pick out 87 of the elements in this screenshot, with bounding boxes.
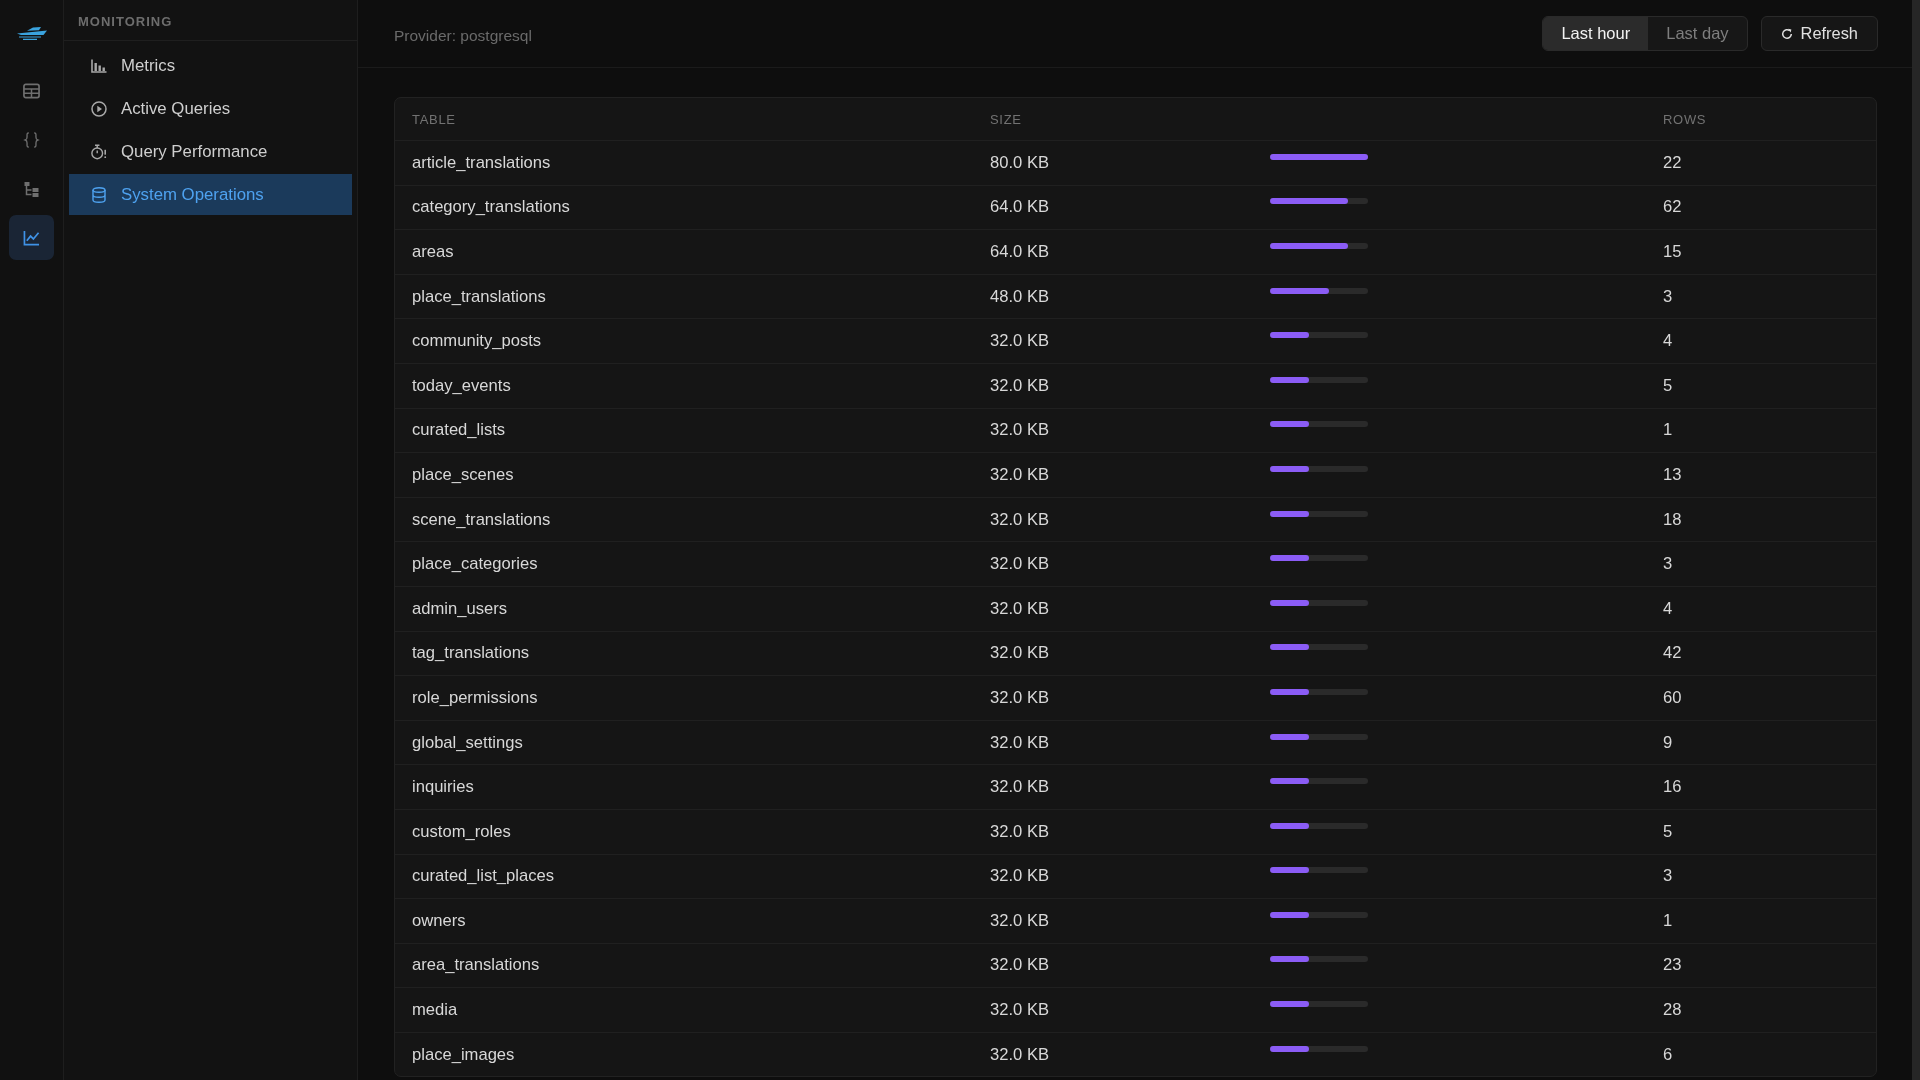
sidebar-item[interactable]: Active Queries (69, 88, 352, 129)
table-name: curated_lists (412, 420, 507, 441)
provider-label: Provider: postgresql (394, 26, 532, 45)
size-value: 32.0 KB (990, 643, 1051, 664)
table-name: media (412, 1000, 459, 1021)
table-name: place_images (412, 1044, 516, 1065)
row-count: 6 (1663, 1044, 1674, 1065)
column-header: ROWS (1663, 111, 1708, 127)
table-name: admin_users (412, 598, 508, 619)
play-circle-icon (91, 100, 107, 117)
nav-rail-button[interactable] (9, 215, 54, 260)
row-count: 9 (1663, 732, 1674, 753)
bar-chart-icon (91, 57, 107, 74)
sidebar-item[interactable]: System Operations (69, 174, 352, 215)
range-tab[interactable]: Last hour (1543, 17, 1649, 50)
table-name: curated_list_places (412, 866, 556, 887)
row-count: 5 (1663, 821, 1674, 842)
row-count: 1 (1663, 910, 1674, 931)
row-count: 18 (1663, 509, 1683, 530)
sidebar-heading: MONITORING (78, 13, 173, 29)
row-count: 4 (1663, 331, 1674, 352)
row-count: 5 (1663, 375, 1674, 396)
size-value: 32.0 KB (990, 866, 1051, 887)
size-value: 32.0 KB (990, 955, 1051, 976)
table-name: role_permissions (412, 687, 539, 708)
size-value: 32.0 KB (990, 910, 1051, 931)
stopwatch-icon (91, 143, 107, 160)
scrollbar[interactable] (1912, 0, 1920, 1080)
table-name: community_posts (412, 331, 543, 352)
size-value: 80.0 KB (990, 152, 1051, 173)
size-value: 32.0 KB (990, 1044, 1051, 1065)
sidebar-item[interactable]: Metrics (69, 45, 352, 86)
row-count: 62 (1663, 197, 1683, 218)
tree-icon (23, 180, 40, 197)
row-count: 60 (1663, 687, 1683, 708)
range-tab[interactable]: Last day (1648, 17, 1747, 50)
table-name: global_settings (412, 732, 524, 753)
size-value: 32.0 KB (990, 687, 1051, 708)
size-value: 32.0 KB (990, 777, 1051, 798)
table-name: owners (412, 910, 467, 931)
row-count: 1 (1663, 420, 1674, 441)
refresh-button[interactable]: Refresh (1760, 16, 1878, 51)
size-value: 32.0 KB (990, 420, 1051, 441)
row-count: 23 (1663, 955, 1683, 976)
size-value: 32.0 KB (990, 375, 1051, 396)
table-name: inquiries (412, 777, 475, 798)
size-value: 32.0 KB (990, 598, 1051, 619)
row-count: 3 (1663, 286, 1674, 307)
table-name: scene_translations (412, 509, 552, 530)
table-name: today_events (412, 375, 512, 396)
table-name: category_translations (412, 197, 571, 218)
row-count: 3 (1663, 866, 1674, 887)
table-name: areas (412, 242, 455, 262)
table-name: place_translations (412, 286, 547, 307)
column-header: TABLE (412, 111, 457, 127)
row-count: 13 (1663, 464, 1683, 485)
table-name: area_translations (412, 955, 541, 976)
size-value: 32.0 KB (990, 464, 1051, 485)
size-value: 32.0 KB (990, 732, 1051, 753)
row-count: 22 (1663, 152, 1683, 173)
table-name: place_scenes (412, 464, 515, 485)
row-count: 3 (1663, 554, 1674, 575)
table-name: place_categories (412, 554, 539, 575)
size-value: 32.0 KB (990, 509, 1051, 530)
size-value: 32.0 KB (990, 821, 1051, 842)
size-value: 32.0 KB (990, 331, 1051, 352)
size-value: 32.0 KB (990, 554, 1051, 575)
size-value: 64.0 KB (990, 197, 1051, 218)
row-count: 28 (1663, 1000, 1683, 1021)
refresh-icon (1780, 27, 1793, 40)
table-grid-icon (23, 82, 40, 99)
table-name: article_translations (412, 152, 552, 173)
row-count: 42 (1663, 643, 1683, 664)
row-count: 15 (1663, 242, 1683, 262)
database-icon (91, 186, 107, 203)
size-value: 64.0 KB (990, 242, 1051, 262)
speedboat-logo-icon (15, 25, 48, 40)
braces-icon (23, 131, 40, 148)
row-count: 16 (1663, 777, 1683, 798)
table-name: custom_roles (412, 821, 512, 842)
table-name: tag_translations (412, 643, 531, 664)
size-value: 48.0 KB (990, 286, 1051, 307)
size-value: 32.0 KB (990, 1000, 1051, 1021)
sidebar-item[interactable]: Query Performance (69, 131, 352, 172)
line-chart-icon (23, 229, 40, 246)
column-header: SIZE (990, 111, 1023, 127)
row-count: 4 (1663, 598, 1674, 619)
